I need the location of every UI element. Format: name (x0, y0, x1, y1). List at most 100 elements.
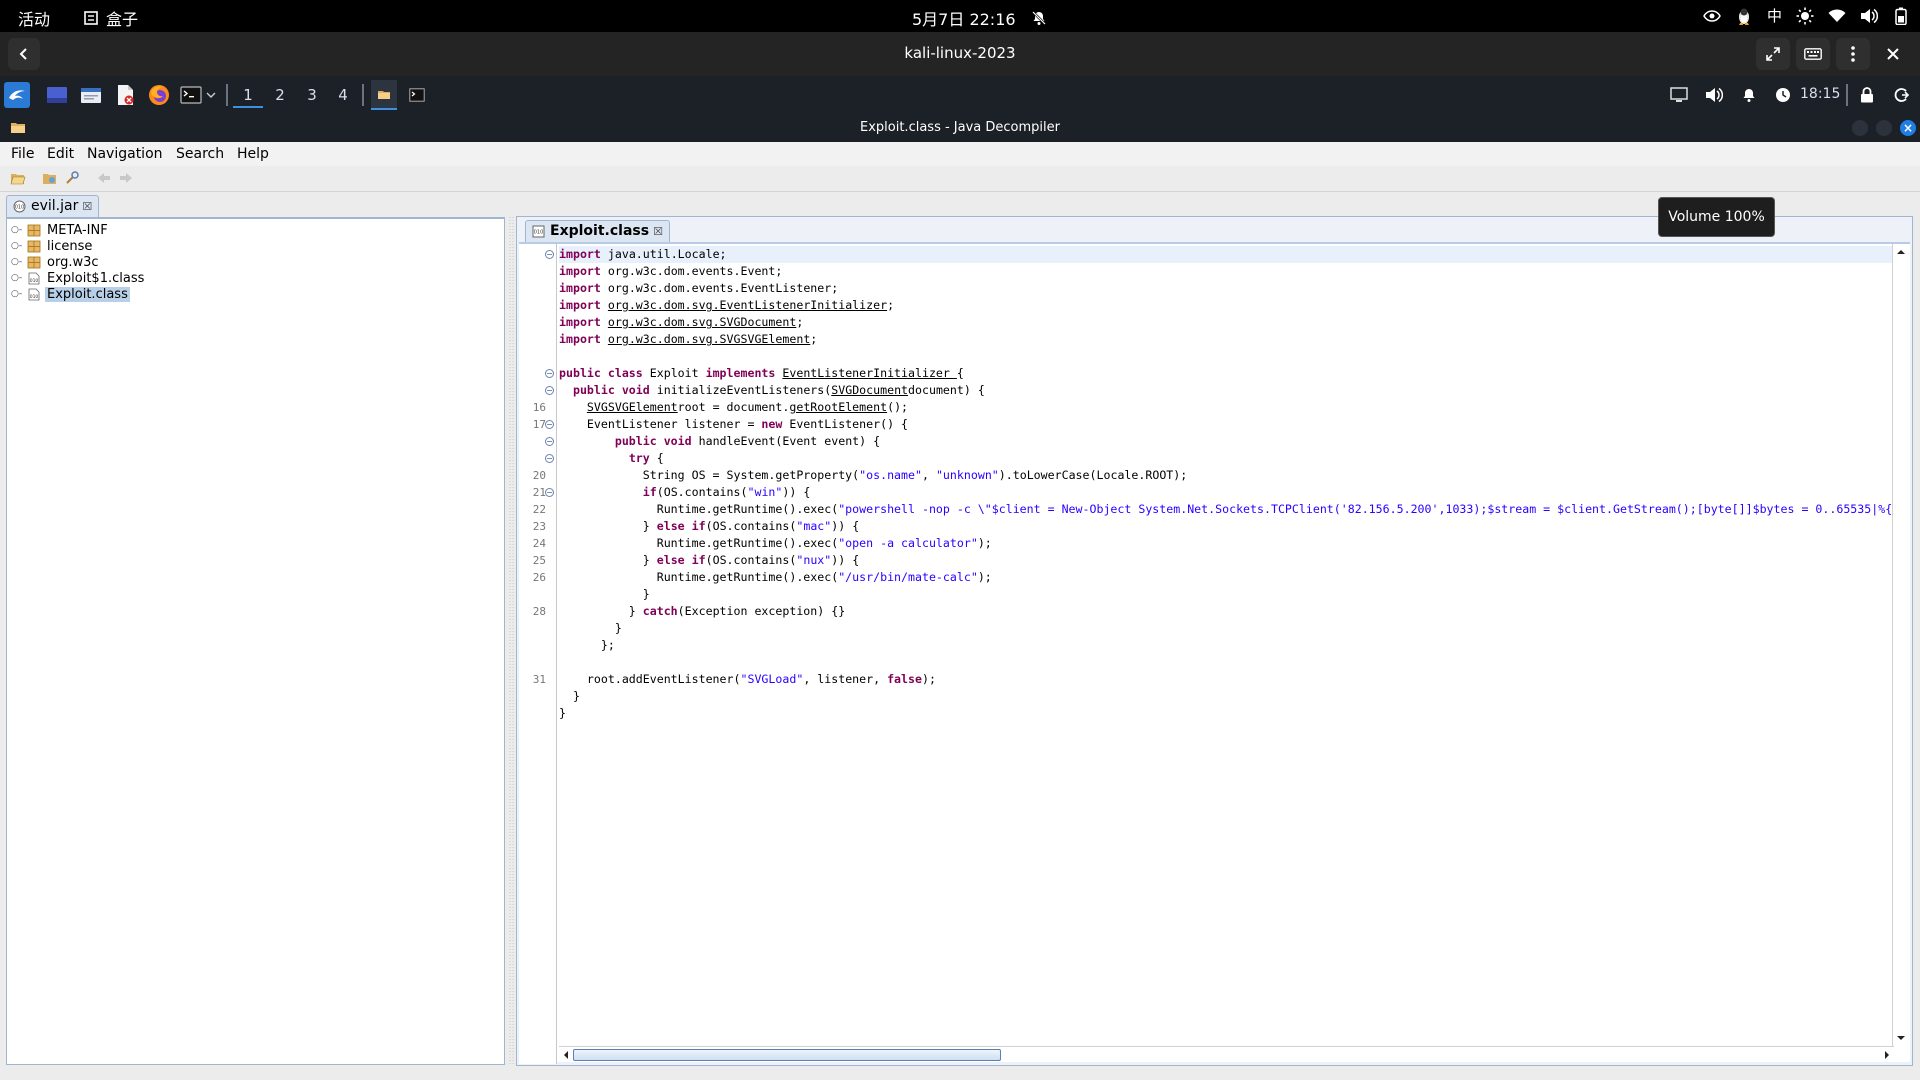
menu-bar: File Edit Navigation Search Help (0, 142, 1920, 166)
scroll-right-icon[interactable] (1880, 1047, 1894, 1063)
gnome-clock[interactable]: 5月7日 22:16 (912, 6, 1016, 30)
expand-toggle-icon[interactable]: ○- (11, 225, 23, 235)
workspace-2[interactable]: 2 (265, 82, 295, 108)
svg-text:010: 010 (534, 230, 544, 236)
menu-button[interactable] (1836, 38, 1870, 70)
tree-item[interactable]: ○- 010 Exploit$1.class (11, 270, 146, 286)
vm-display[interactable]: 1 2 3 4 18:15 Exploit.class - Java Decom… (0, 76, 1920, 1080)
expand-toggle-icon[interactable]: ○- (11, 273, 23, 283)
file-manager-icon[interactable] (80, 84, 102, 106)
line-number: 17 (532, 418, 546, 431)
kali-menu-icon[interactable] (4, 82, 30, 108)
fold-toggle-icon[interactable]: − (545, 488, 554, 497)
code-line: root.addEventListener("SVGLoad", listene… (559, 672, 936, 686)
open-file-icon[interactable] (10, 171, 26, 185)
panel-notifications-icon[interactable] (1738, 84, 1760, 106)
back-arrow-icon[interactable] (96, 171, 112, 185)
volume-icon[interactable] (1860, 7, 1878, 25)
fold-toggle-icon[interactable]: − (545, 420, 554, 429)
code-line: import org.w3c.dom.events.EventListener; (559, 281, 839, 295)
panel-separator (362, 84, 364, 106)
tree-item[interactable]: ○- org.w3c (11, 254, 101, 270)
source-code[interactable]: import java.util.Locale; import org.w3c.d… (559, 244, 1894, 1044)
tree-item-label: Exploit.class (45, 286, 130, 302)
fold-toggle-icon[interactable]: − (545, 250, 554, 259)
menu-navigation[interactable]: Navigation (87, 146, 163, 162)
app-menu[interactable]: 盒子 (82, 6, 138, 30)
scroll-up-icon[interactable] (1893, 244, 1909, 260)
show-desktop-icon[interactable] (46, 84, 68, 106)
firefox-icon[interactable] (148, 84, 170, 106)
menu-help[interactable]: Help (237, 146, 269, 162)
code-line: import org.w3c.dom.svg.SVGSVGElement; (559, 332, 818, 346)
fold-toggle-icon[interactable]: − (545, 369, 554, 378)
brightness-icon[interactable] (1796, 7, 1814, 25)
expand-toggle-icon[interactable]: ○- (11, 289, 23, 299)
expand-toggle-icon[interactable]: ○- (11, 257, 23, 267)
expand-toggle-icon[interactable]: ○- (11, 241, 23, 251)
close-button[interactable]: × (1900, 120, 1916, 136)
tree-item[interactable]: ○- META-INF (11, 222, 110, 238)
menu-search[interactable]: Search (176, 146, 224, 162)
penguin-icon[interactable] (1735, 7, 1753, 25)
file-tree: ○- META-INF ○- license ○- org.w3c ○- 010 Exploit… (6, 217, 505, 1065)
workspace-4[interactable]: 4 (328, 82, 358, 108)
fold-toggle-icon[interactable]: − (545, 454, 554, 463)
text-editor-icon[interactable] (114, 84, 136, 106)
menu-file[interactable]: File (11, 146, 34, 162)
code-line: } (559, 587, 650, 601)
battery-icon[interactable] (1892, 7, 1910, 25)
package-icon (27, 224, 41, 236)
code-line: Runtime.getRuntime().exec("open -a calcu… (559, 536, 992, 550)
vertical-scrollbar[interactable] (1892, 244, 1908, 1046)
search-icon[interactable] (64, 171, 80, 185)
code-line: } (559, 621, 622, 635)
terminal-icon[interactable] (180, 84, 202, 106)
tab-evil-jar[interactable]: 010 evil.jar ☒ (6, 195, 100, 217)
tab-close-icon[interactable]: ☒ (653, 225, 663, 238)
tab-close-icon[interactable]: ☒ (82, 200, 92, 213)
panel-volume-icon[interactable] (1703, 84, 1725, 106)
workspace-1[interactable]: 1 (233, 82, 263, 108)
vm-title: kali-linux-2023 (904, 44, 1016, 62)
maximize-button[interactable] (1876, 120, 1892, 136)
class-file-icon: 010 (532, 225, 545, 238)
activities-button[interactable]: 活动 (18, 6, 50, 30)
minimize-button[interactable] (1852, 120, 1868, 136)
tree-item[interactable]: ○- 010 Exploit.class (11, 286, 130, 302)
wifi-icon[interactable] (1828, 7, 1846, 25)
tab-label: evil.jar (31, 198, 79, 214)
code-line: Runtime.getRuntime().exec("powershell -n… (559, 502, 1894, 516)
scroll-left-icon[interactable] (559, 1047, 573, 1063)
logout-icon[interactable] (1890, 84, 1912, 106)
chevron-down-icon[interactable] (204, 84, 218, 106)
code-editor[interactable]: 16 17 20 21 22 23 24 25 26 28 31 − − − − − − − import jav… (519, 242, 1910, 1064)
input-method-indicator[interactable]: 中 (1767, 5, 1782, 26)
workspace-3[interactable]: 3 (297, 82, 327, 108)
fold-toggle-icon[interactable]: − (545, 437, 554, 446)
jd-gui-app-icon (11, 123, 25, 133)
window-titlebar[interactable]: Exploit.class - Java Decompiler × (0, 114, 1920, 142)
panel-clock[interactable]: 18:15 (1800, 86, 1840, 102)
package-icon (27, 256, 41, 268)
lock-icon[interactable] (1856, 84, 1878, 106)
taskbar-jd-gui[interactable] (371, 80, 397, 110)
keyboard-button[interactable] (1796, 38, 1830, 70)
scroll-down-icon[interactable] (1893, 1030, 1909, 1046)
forward-arrow-icon[interactable] (118, 171, 134, 185)
open-type-icon[interactable] (42, 171, 58, 185)
fullscreen-button[interactable] (1756, 38, 1790, 70)
gnome-top-bar: 活动 盒子 5月7日 22:16 中 (0, 0, 1920, 32)
taskbar-terminal[interactable] (406, 84, 428, 106)
eye-icon[interactable] (1703, 7, 1721, 25)
close-window-button[interactable] (1876, 38, 1910, 70)
tree-item[interactable]: ○- license (11, 238, 94, 254)
display-icon[interactable] (1668, 84, 1690, 106)
tab-exploit-class[interactable]: 010 Exploit.class ☒ (525, 220, 670, 242)
menu-edit[interactable]: Edit (47, 146, 74, 162)
scrollbar-thumb[interactable] (573, 1049, 1001, 1061)
horizontal-scrollbar[interactable] (559, 1046, 1894, 1062)
line-number-gutter: 16 17 20 21 22 23 24 25 26 28 31 − − − − − − − (519, 244, 557, 1064)
fold-toggle-icon[interactable]: − (545, 386, 554, 395)
jd-gui-window: Exploit.class - Java Decompiler × File E… (0, 114, 1920, 1080)
